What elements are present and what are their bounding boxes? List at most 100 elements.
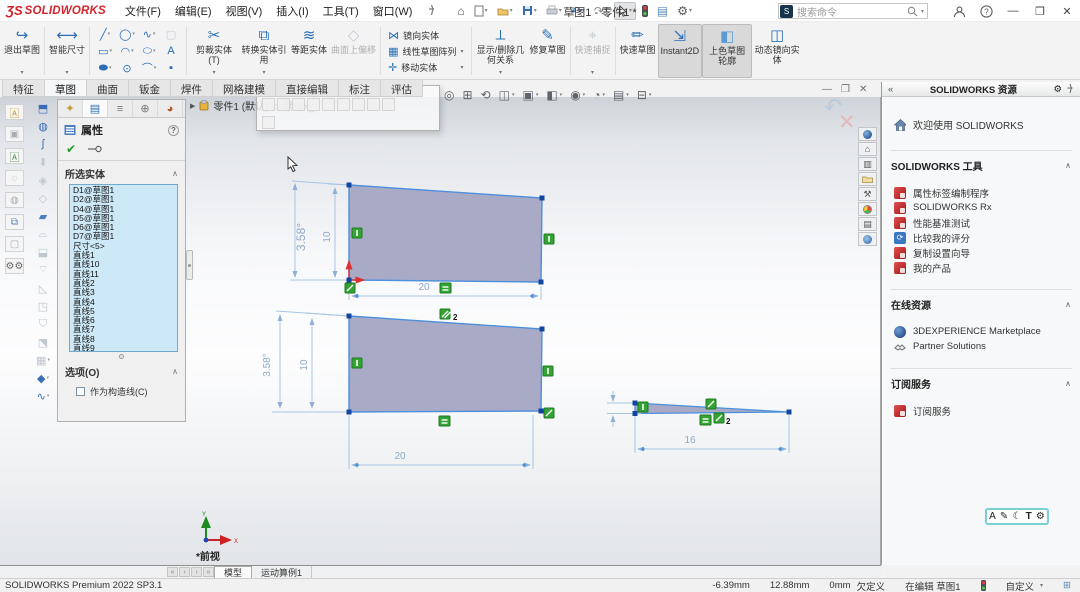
doc-minimize-button[interactable]: — xyxy=(822,84,832,95)
display-style-icon[interactable]: ◧▾ xyxy=(546,88,562,102)
doc-restore-button[interactable]: ❐ xyxy=(841,84,850,95)
reference-geometry-icon[interactable]: ◆▾ xyxy=(34,370,52,386)
line-tool-button[interactable]: ╱▾ xyxy=(94,26,116,43)
sketch-shape-3[interactable]: 16 2 xyxy=(607,391,792,453)
next-tab-button[interactable]: › xyxy=(191,567,202,577)
collapse-section-icon[interactable]: ∧ xyxy=(172,169,178,178)
parallel-constraint-badge[interactable] xyxy=(714,413,724,423)
pin-button[interactable] xyxy=(88,144,102,154)
minimize-button[interactable]: — xyxy=(1006,5,1020,17)
equal-constraint-badge[interactable] xyxy=(440,283,451,293)
tab-sheet-metal[interactable]: 钣金 xyxy=(128,80,171,97)
collapse-section-icon[interactable]: ∧ xyxy=(1065,300,1071,309)
globe-icon[interactable] xyxy=(858,127,877,141)
tab-direct-editing[interactable]: 直接编辑 xyxy=(275,80,339,97)
tool-compare-score[interactable]: ⟳ 比较我的评分 xyxy=(882,230,1080,245)
tool-copy-settings-wizard[interactable]: 复制设置向导 xyxy=(882,245,1080,260)
coincident-constraint-badge[interactable] xyxy=(706,399,716,409)
list-item[interactable]: 直线9 xyxy=(70,344,177,352)
zoom-area-icon[interactable]: ⊞ xyxy=(462,88,472,102)
pane-gear-icon[interactable]: ⚙ xyxy=(1053,84,1062,95)
sweep-icon[interactable]: ∫ xyxy=(34,136,52,152)
fixed-constraint-badge[interactable] xyxy=(345,283,355,293)
search-dropdown-icon[interactable]: ▾ xyxy=(921,8,924,15)
link-3dexperience-marketplace[interactable]: 3DEXPERIENCE Marketplace xyxy=(882,324,1080,339)
point-tool-button[interactable]: ▪ xyxy=(160,60,182,77)
label-tool-icon[interactable]: 🄰 xyxy=(5,104,24,120)
gear-icon[interactable]: ⚙ xyxy=(1036,511,1045,522)
units-dropdown-icon[interactable]: ▾ xyxy=(1040,582,1043,589)
view-orientation-icon[interactable]: ▣▾ xyxy=(522,88,538,102)
network-icon[interactable] xyxy=(858,232,877,246)
welcome-link[interactable]: 欢迎使用 SOLIDWORKS xyxy=(882,97,1080,150)
linear-pattern-dropdown-icon[interactable]: ▾ xyxy=(460,48,463,55)
status-traffic-light-icon[interactable] xyxy=(981,580,986,591)
menu-view[interactable]: 视图(V) xyxy=(219,1,270,21)
selected-entities-listbox[interactable]: D1@草图1 D2@草图1 D4@草图1 D5@草图1 D6@草图1 D7@草图… xyxy=(69,184,178,352)
units-selector[interactable]: 自定义 ▾ xyxy=(1006,579,1044,592)
move-entities-button[interactable]: ✛ 移动实体 ▾ xyxy=(388,61,463,74)
tab-surfaces[interactable]: 曲面 xyxy=(86,80,129,97)
stamp-tool-icon[interactable]: ▣ xyxy=(5,126,24,142)
rapid-sketch-button[interactable]: ✏ 快速草图 xyxy=(618,24,658,78)
selected-entities-section[interactable]: 所选实体 ∧ xyxy=(58,161,185,183)
menu-tools[interactable]: 工具(T) xyxy=(316,1,366,21)
sketch-shape-1[interactable]: 10 3.58° 20 xyxy=(290,181,554,300)
relations-dropdown-icon[interactable]: ▾ xyxy=(499,70,502,78)
collapse-section-icon[interactable]: ∧ xyxy=(1065,379,1071,388)
equal-constraint-badge[interactable] xyxy=(700,415,711,425)
tab-evaluate[interactable]: 评估 xyxy=(380,80,423,97)
shaded-sketch-contours-button[interactable]: ◧ 上色草图轮廓 xyxy=(702,24,752,78)
curves-icon[interactable]: ∿▾ xyxy=(34,388,52,404)
exit-sketch-dropdown-icon[interactable]: ▾ xyxy=(21,70,24,78)
display-manager-tab-icon[interactable]: ◕ xyxy=(158,100,183,117)
spline-tool-button[interactable]: ∿▾ xyxy=(138,26,160,43)
smart-dimension-dropdown-icon[interactable]: ▾ xyxy=(66,70,69,78)
link-subscription-services[interactable]: 订阅服务 xyxy=(882,403,1080,418)
section-solidworks-tools[interactable]: SOLIDWORKS 工具 ∧ xyxy=(890,150,1072,177)
prev-tab-button[interactable]: ‹ xyxy=(179,567,190,577)
tools-icon[interactable]: ⚒ xyxy=(858,187,877,201)
ok-button[interactable]: ✔ xyxy=(66,142,76,156)
collapse-pane-icon[interactable]: « xyxy=(888,84,893,95)
home-shortcut-icon[interactable]: ⌂ xyxy=(858,142,877,156)
search-icon[interactable] xyxy=(907,6,918,17)
tab-motion-study[interactable]: 运动算例1 xyxy=(252,566,312,578)
tool-property-tab-builder[interactable]: 属性标签编制程序 xyxy=(882,185,1080,200)
doc-close-button[interactable]: ✕ xyxy=(859,84,867,95)
menu-insert[interactable]: 插入(I) xyxy=(269,1,315,21)
tool-my-products[interactable]: 我的产品 xyxy=(882,260,1080,275)
propertymanager-tab-icon[interactable]: ▤ xyxy=(83,100,108,117)
construction-line-option[interactable]: 作为构造线(C) xyxy=(58,381,185,398)
archive-icon[interactable]: ▥ xyxy=(858,157,877,171)
vertical-constraint-badge[interactable] xyxy=(352,358,362,368)
featuremanager-tab-icon[interactable]: ✦ xyxy=(58,100,83,117)
tool-solidworks-rx[interactable]: SOLIDWORKS Rx xyxy=(882,200,1080,215)
options-section[interactable]: 选项(O) ∧ xyxy=(58,359,185,381)
menu-window[interactable]: 窗口(W) xyxy=(366,1,420,21)
mirror-entities-button[interactable]: ⋈ 镜向实体 xyxy=(388,29,463,42)
text-tool-button[interactable]: A xyxy=(160,43,182,60)
tab-markup[interactable]: 标注 xyxy=(338,80,381,97)
slot-tool-button[interactable]: ⬬▾ xyxy=(94,60,116,77)
configuration-tab-icon[interactable]: ≡ xyxy=(108,100,133,117)
tab-features[interactable]: 特征 xyxy=(2,80,45,97)
previous-view-icon[interactable]: ⟲ xyxy=(481,88,491,102)
tab-weldments[interactable]: 焊件 xyxy=(170,80,213,97)
tool-performance-benchmark[interactable]: 性能基准测试 xyxy=(882,215,1080,230)
trim-entities-button[interactable]: ✂ 剪裁实体(T) ▾ xyxy=(189,24,239,78)
first-tab-button[interactable]: « xyxy=(167,567,178,577)
gears-tool-icon[interactable]: ⚙⚙ xyxy=(5,258,24,274)
tab-sketch[interactable]: 草图 xyxy=(44,80,87,97)
hide-show-items-icon[interactable]: ◉▾ xyxy=(570,88,585,102)
coincident-constraint-badge[interactable] xyxy=(544,408,554,418)
exit-sketch-button[interactable]: ↪ 退出草图 ▾ xyxy=(2,24,42,78)
browser-icon[interactable] xyxy=(858,202,877,216)
extrude-icon[interactable]: ⬒ xyxy=(34,100,52,116)
panel-splitter-handle[interactable] xyxy=(186,250,193,280)
repair-sketch-button[interactable]: ✎ 修复草图 xyxy=(528,24,568,78)
zoom-fit-icon[interactable]: ◎ xyxy=(444,88,454,102)
help-icon[interactable]: ? xyxy=(979,5,993,18)
vertical-constraint-badge[interactable] xyxy=(638,402,648,412)
section-view-icon[interactable]: ◫▾ xyxy=(499,88,515,102)
